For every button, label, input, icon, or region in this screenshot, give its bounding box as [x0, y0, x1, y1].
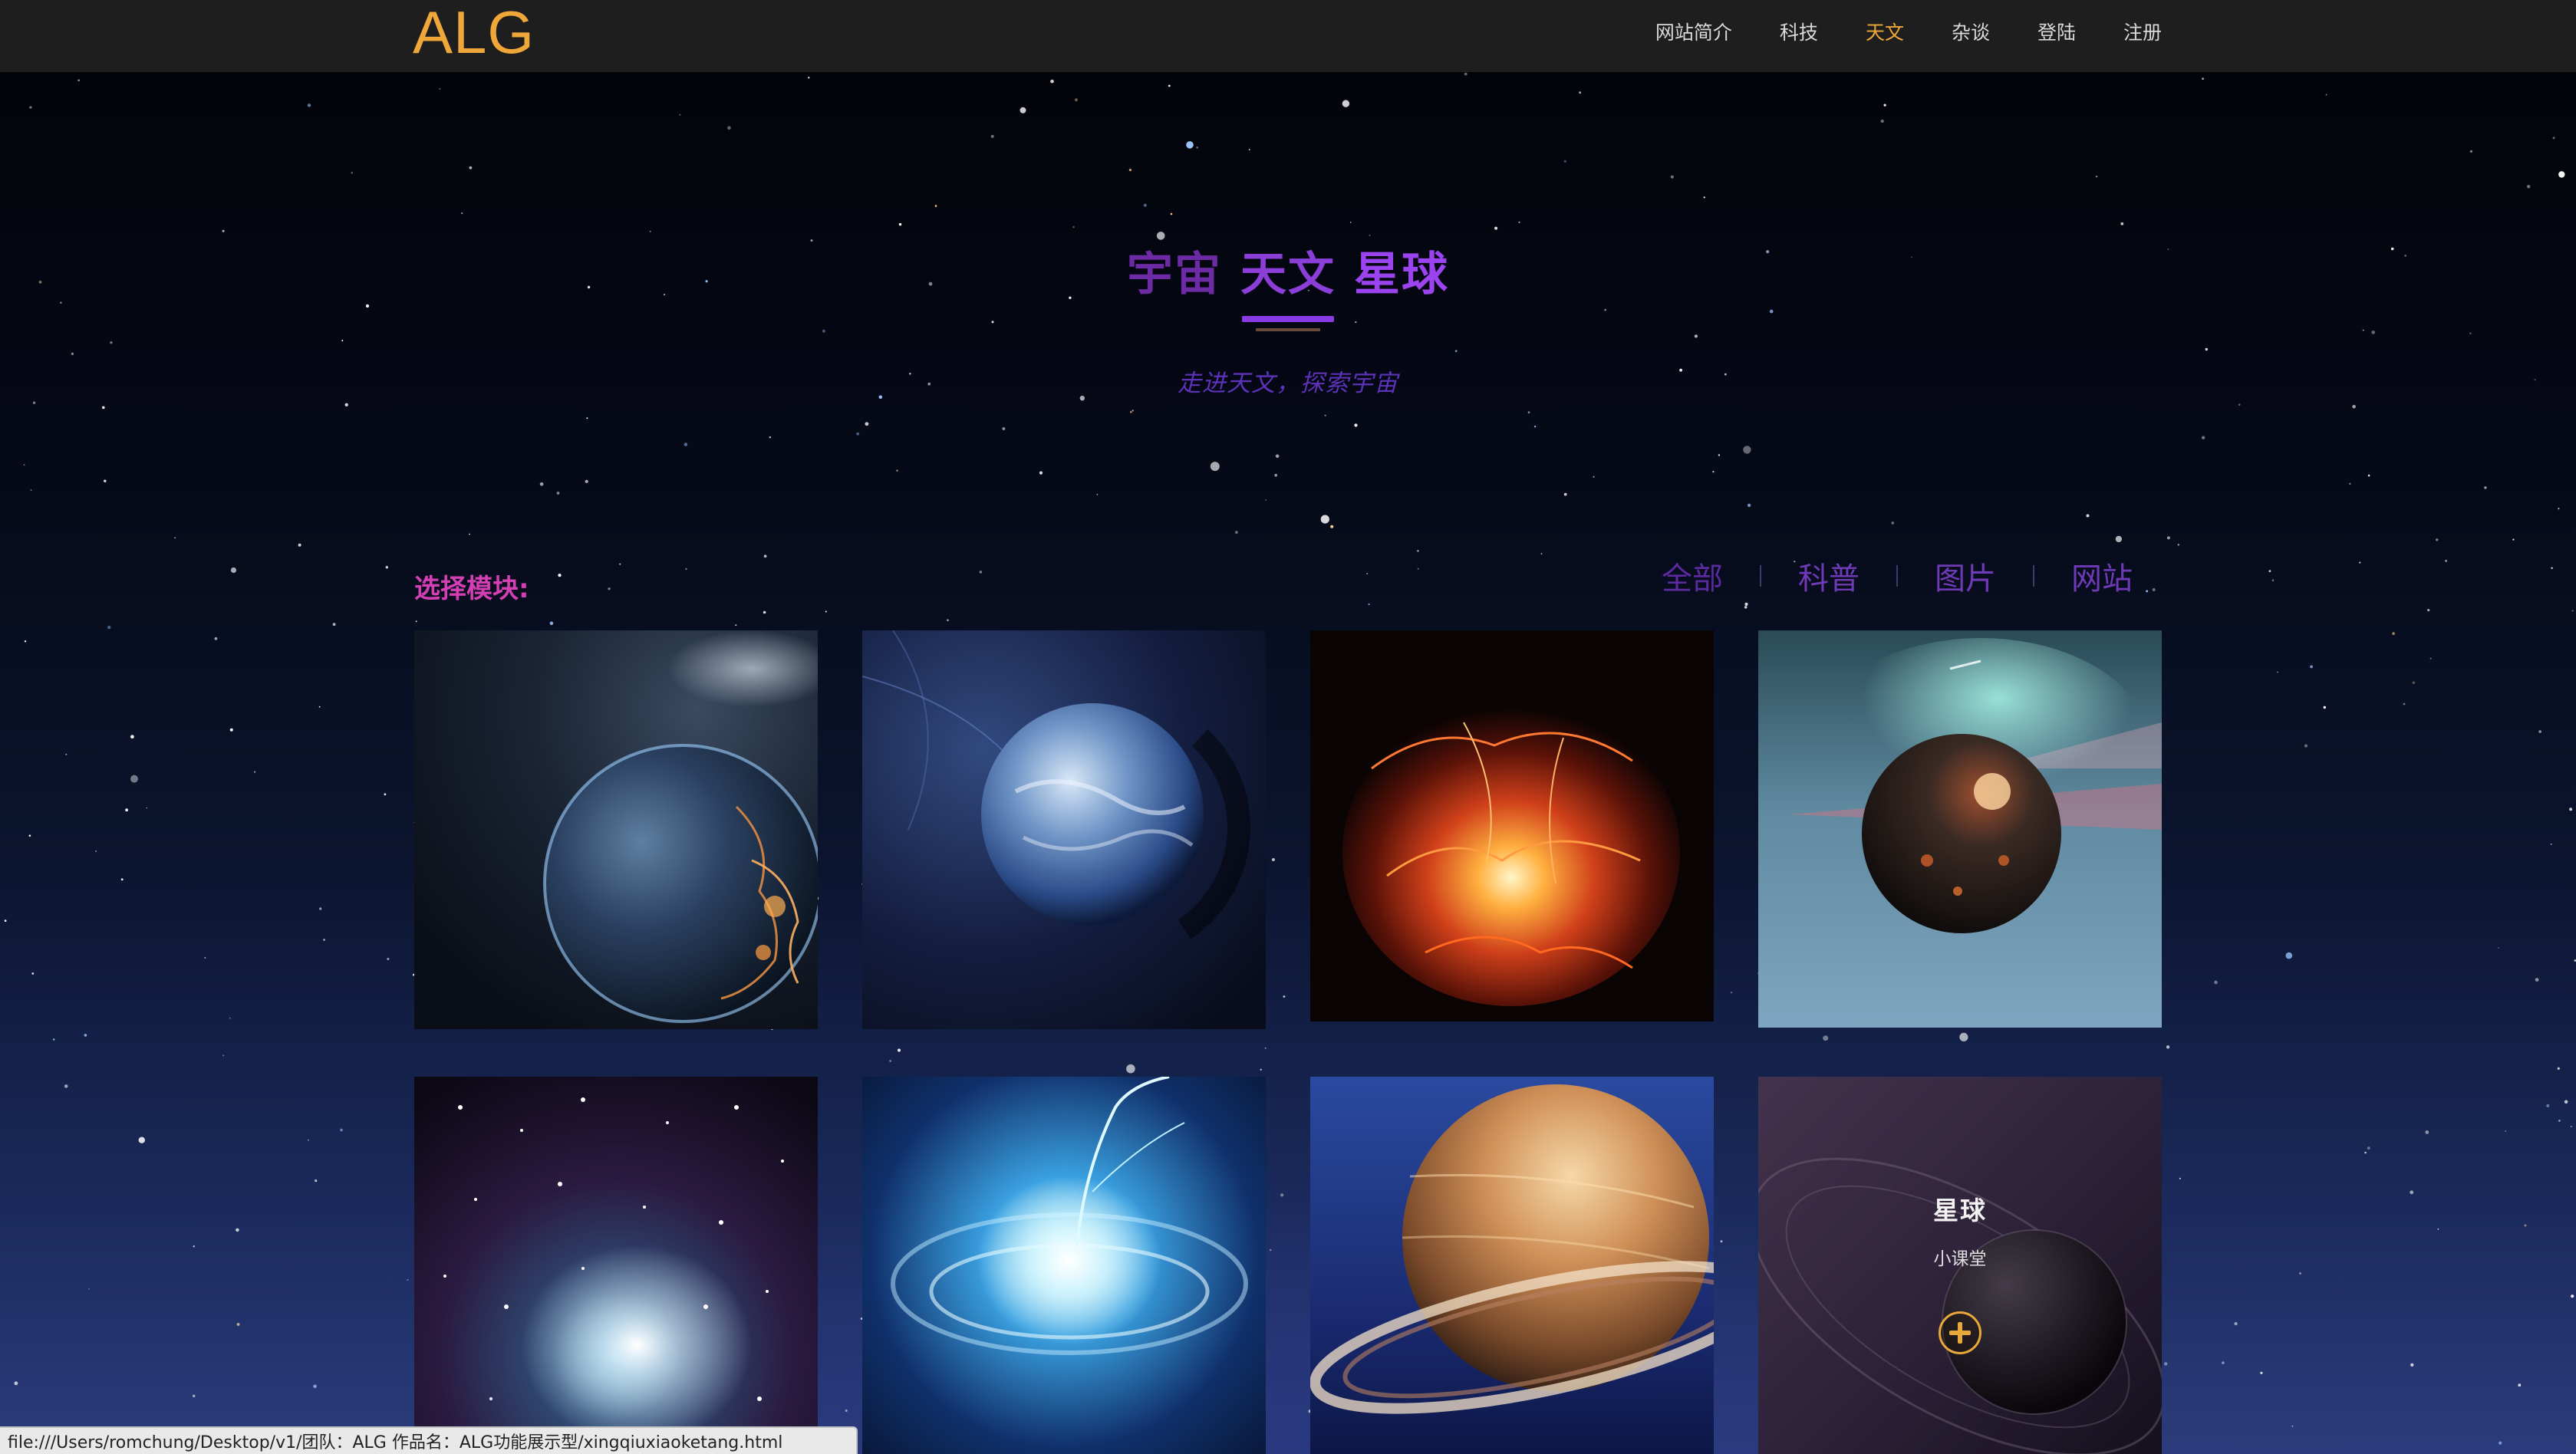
nav-item-register[interactable]: 注册 [2123, 18, 2162, 45]
fire-nebula-image [1310, 630, 1714, 1021]
module-select-label: 选择模块: [414, 574, 529, 604]
nav-item-intro[interactable]: 网站简介 [1655, 18, 1732, 45]
top-header: ALG 网站简介 科技 天文 杂谈 登陆 注册 [0, 0, 2576, 72]
earth-night-image [414, 630, 818, 1029]
title-underline [1242, 316, 1334, 322]
gallery-tile-ringed-planet[interactable] [1310, 1077, 1714, 1454]
title-underline-accent [1256, 328, 1320, 331]
nav-item-login[interactable]: 登陆 [2037, 18, 2076, 45]
filter-divider [2033, 565, 2034, 587]
gallery-tile-earth-night[interactable] [414, 630, 818, 1029]
plus-circle-icon[interactable] [1939, 1311, 1981, 1354]
main-nav: 网站简介 科技 天文 杂谈 登陆 注册 [1608, 0, 2162, 63]
filter-images[interactable]: 图片 [1935, 554, 1996, 598]
browser-status-bar: file:///Users/romchung/Desktop/v1/团队：ALG… [0, 1426, 858, 1454]
tile-hover-overlay: 星球 小课堂 [1758, 1077, 2162, 1454]
star-cluster-image [414, 1077, 818, 1454]
nav-item-misc[interactable]: 杂谈 [1952, 18, 1990, 45]
page-subtitle: 走进天文，探索宇宙 [1178, 370, 1398, 397]
gallery-tile-galaxy[interactable] [862, 1077, 1266, 1454]
gallery-tile-blue-planet[interactable] [862, 630, 1266, 1029]
nav-item-tech[interactable]: 科技 [1780, 18, 1818, 45]
module-filters: 全部 科普 图片 网站 [1662, 554, 2133, 598]
galaxy-image [862, 1077, 1266, 1454]
gallery-tile-fire-nebula[interactable] [1310, 630, 1714, 1021]
dark-planet-image [1758, 630, 2162, 1028]
overlay-subtitle: 小课堂 [1933, 1249, 1987, 1269]
gallery-tile-star-cluster[interactable] [414, 1077, 818, 1454]
filter-divider [1896, 565, 1898, 587]
filter-divider [1760, 565, 1761, 587]
title-word-astronomy: 天文 [1240, 248, 1336, 301]
title-word-universe: 宇宙 [1127, 248, 1222, 301]
nav-item-astronomy[interactable]: 天文 [1866, 18, 1904, 45]
page-title: 宇宙 天文 星球 [0, 244, 2576, 305]
filter-all[interactable]: 全部 [1662, 554, 1723, 598]
gallery-tile-dark-planet[interactable] [1758, 630, 2162, 1028]
title-word-planet: 星球 [1354, 248, 1449, 301]
blue-planet-image [862, 630, 1266, 1029]
ringed-planet-image [1310, 1077, 1714, 1454]
image-gallery: 星球 小课堂 [414, 630, 2162, 1454]
status-url: file:///Users/romchung/Desktop/v1/团队：ALG… [8, 1433, 783, 1452]
site-logo[interactable]: ALG [413, 2, 535, 63]
overlay-title: 星球 [1933, 1196, 1987, 1225]
hero-section: 宇宙 天文 星球 走进天文，探索宇宙 [0, 244, 2576, 398]
gallery-tile-planet-class[interactable]: 星球 小课堂 [1758, 1077, 2162, 1454]
filter-science[interactable]: 科普 [1798, 554, 1860, 598]
filter-websites[interactable]: 网站 [2071, 554, 2133, 598]
